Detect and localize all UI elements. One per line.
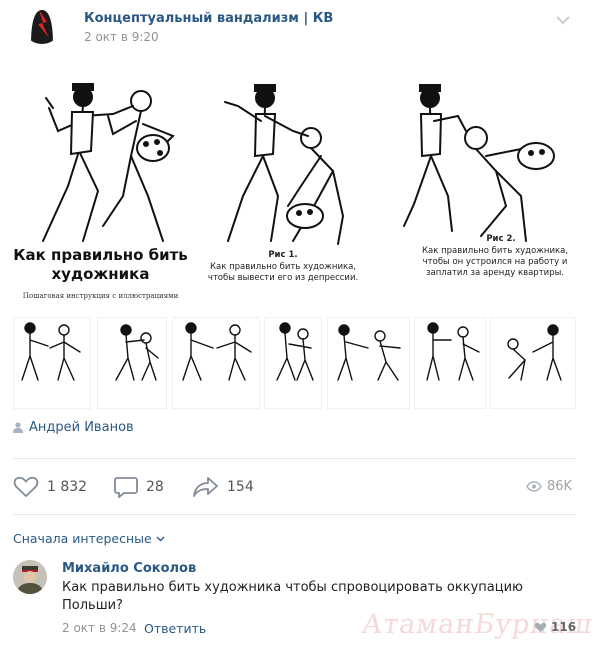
share-button[interactable]: 154 — [193, 476, 254, 498]
comment-sort-label: Сначала интересные — [13, 531, 152, 546]
post-menu-button[interactable] — [552, 11, 574, 29]
post-image-thumb[interactable] — [264, 317, 322, 409]
like-button[interactable]: 1 832 — [13, 476, 87, 498]
main-image-title: Как правильно бить художника — [13, 246, 188, 283]
post-image-thumb[interactable] — [13, 317, 91, 409]
comment-count: 28 — [146, 479, 164, 495]
divider — [13, 514, 576, 515]
group-name-link[interactable]: Концептуальный вандализм | КВ — [84, 11, 333, 26]
reply-button[interactable]: Ответить — [144, 621, 206, 636]
post-image-thumb[interactable] — [414, 317, 486, 409]
comment-author[interactable]: Михайло Соколов — [62, 561, 196, 576]
main-image-subtitle: Пошаговая инструкция с иллюстрациями — [22, 292, 179, 300]
fig2-caption: Как правильно бить художника, чтобы он у… — [421, 246, 569, 278]
post-image-thumb[interactable] — [327, 317, 410, 409]
fig1-label: Рис 1. — [268, 250, 298, 260]
view-count-value: 86K — [547, 479, 573, 494]
post-image-thumb[interactable] — [97, 317, 167, 409]
comment-sort-dropdown[interactable]: Сначала интересные — [13, 531, 165, 546]
heart-icon — [13, 476, 39, 498]
post-author-name[interactable]: Андрей Иванов — [29, 420, 134, 435]
divider — [13, 458, 576, 459]
comment-like-count: 116 — [551, 620, 577, 634]
fight-illustration — [182, 322, 252, 381]
post-image-thumb[interactable] — [172, 317, 260, 409]
post-image-main[interactable]: Как правильно бить художника Пошаговая и… — [13, 76, 188, 310]
chevron-down-icon — [556, 15, 570, 24]
eye-icon — [526, 481, 542, 492]
post-timestamp[interactable]: 2 окт в 9:20 — [84, 30, 159, 44]
share-count: 154 — [227, 479, 254, 495]
fight-illustration — [115, 324, 159, 381]
fight-illustration — [403, 84, 555, 242]
fight-illustration — [224, 84, 345, 245]
fight-illustration — [426, 322, 480, 381]
comment-timestamp[interactable]: 2 окт в 9:24 — [62, 621, 137, 635]
fig2-label: Рис 2. — [486, 234, 516, 244]
chevron-down-icon — [156, 536, 165, 541]
heart-icon — [534, 622, 547, 632]
fight-illustration — [276, 322, 314, 381]
person-icon — [13, 422, 23, 433]
post-author[interactable]: Андрей Иванов — [13, 420, 134, 435]
post-image-fig2[interactable]: Рис 2. Как правильно бить художника, что… — [386, 76, 584, 310]
post-image-thumb[interactable] — [490, 317, 576, 409]
group-avatar[interactable] — [22, 4, 62, 44]
view-count: 86K — [526, 479, 572, 494]
fight-illustration — [337, 324, 401, 381]
fight-illustration — [21, 322, 81, 381]
fig1-caption: Как правильно бить художника, чтобы выве… — [207, 262, 359, 283]
comment-bubble-icon — [114, 477, 138, 498]
comment-button[interactable]: 28 — [114, 476, 164, 498]
post-image-fig1[interactable]: Рис 1. Как правильно бить художника, что… — [193, 76, 373, 310]
share-arrow-icon — [193, 477, 218, 497]
comment-avatar[interactable] — [13, 560, 47, 594]
comment-like-button[interactable]: 116 — [534, 620, 576, 634]
fight-illustration — [507, 324, 562, 381]
like-count: 1 832 — [47, 479, 88, 495]
